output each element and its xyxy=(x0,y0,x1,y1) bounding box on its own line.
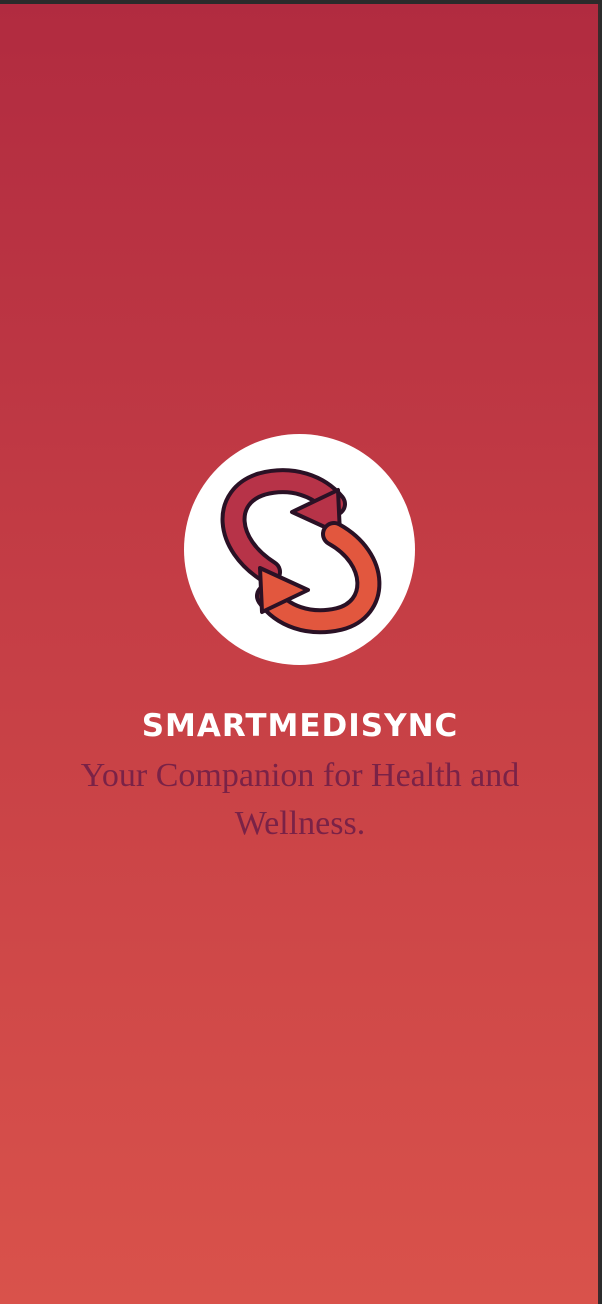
app-name: SMARTMEDISYNC xyxy=(141,708,459,744)
sync-arrows-icon xyxy=(220,468,382,635)
app-logo xyxy=(184,434,415,665)
splash-screen: SMARTMEDISYNC Your Companion for Health … xyxy=(0,4,600,1304)
app-tagline: Your Companion for Health and Wellness. xyxy=(80,757,520,842)
